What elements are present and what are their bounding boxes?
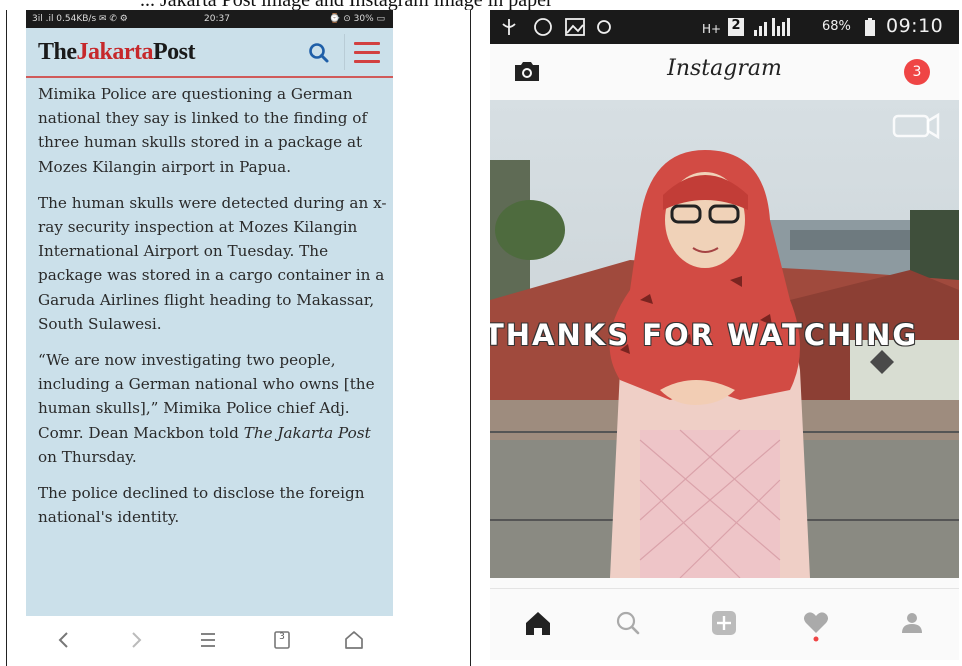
home-icon[interactable] bbox=[340, 626, 368, 654]
svg-text:H+: H+ bbox=[702, 22, 721, 36]
article-paragraph: “We are now investigating two people, in… bbox=[38, 351, 375, 466]
site-header: TheJakartaPost bbox=[26, 28, 393, 78]
tab-count: 3 bbox=[279, 632, 285, 642]
frame-divider bbox=[6, 10, 7, 666]
back-icon[interactable] bbox=[50, 626, 78, 654]
add-post-icon[interactable] bbox=[704, 603, 744, 643]
app-title: Instagram bbox=[667, 56, 782, 81]
profile-icon[interactable] bbox=[892, 603, 932, 643]
hamburger-menu-icon[interactable] bbox=[354, 42, 380, 64]
frame-divider bbox=[470, 10, 471, 666]
battery-percent: 68% bbox=[822, 19, 851, 34]
search-icon[interactable] bbox=[306, 40, 332, 66]
status-bar: 3il .il 0.54KB/s ✉ ✆ ⚙ 20:37 ⌚ ⊙ 30% ▭ bbox=[26, 10, 393, 28]
status-network: 3il .il 0.54KB/s ✉ ✆ ⚙ bbox=[32, 14, 128, 24]
forward-icon[interactable] bbox=[122, 626, 150, 654]
jakarta-post-logo[interactable]: TheJakartaPost bbox=[38, 38, 196, 66]
status-time: 09:10 bbox=[886, 15, 944, 37]
header-divider bbox=[344, 34, 345, 70]
sim-label: 2 bbox=[731, 18, 741, 33]
article-paragraph: The police declined to disclose the fore… bbox=[38, 484, 365, 527]
status-time: 20:37 bbox=[204, 14, 230, 24]
figure-caption: ... Jakarta Post image and Instagram ima… bbox=[0, 0, 962, 10]
heart-icon[interactable] bbox=[796, 603, 836, 643]
status-battery: ⌚ ⊙ 30% ▭ bbox=[329, 14, 385, 24]
article-body: Mimika Police are questioning a German n… bbox=[38, 82, 388, 541]
battery-icon bbox=[865, 18, 875, 36]
article-paragraph: The human skulls were detected during an… bbox=[38, 193, 387, 333]
browser-nav-bar: 3 bbox=[26, 616, 393, 666]
instagram-bottom-nav bbox=[490, 588, 959, 660]
jakarta-post-screen: 3il .il 0.54KB/s ✉ ✆ ⚙ 20:37 ⌚ ⊙ 30% ▭ T… bbox=[26, 10, 393, 616]
notification-icons bbox=[502, 18, 611, 36]
instagram-screen: H+ 2 68% 09:10 Instagram 3 THANKS FOR WA… bbox=[490, 10, 959, 660]
menu-lines-icon[interactable] bbox=[194, 626, 222, 654]
video-overlay-caption: THANKS FOR WATCHING bbox=[490, 318, 919, 352]
status-bar: H+ 2 68% 09:10 bbox=[490, 10, 959, 44]
post-video[interactable]: THANKS FOR WATCHING bbox=[490, 100, 959, 578]
article-paragraph: Mimika Police are questioning a German n… bbox=[38, 85, 368, 176]
instagram-top-bar: Instagram 3 bbox=[490, 44, 959, 101]
home-icon[interactable] bbox=[518, 603, 558, 643]
signal-icon: H+ 2 bbox=[702, 16, 818, 42]
notification-badge[interactable]: 3 bbox=[904, 59, 930, 85]
tabs-button[interactable]: 3 bbox=[268, 626, 296, 654]
search-icon[interactable] bbox=[608, 603, 648, 643]
